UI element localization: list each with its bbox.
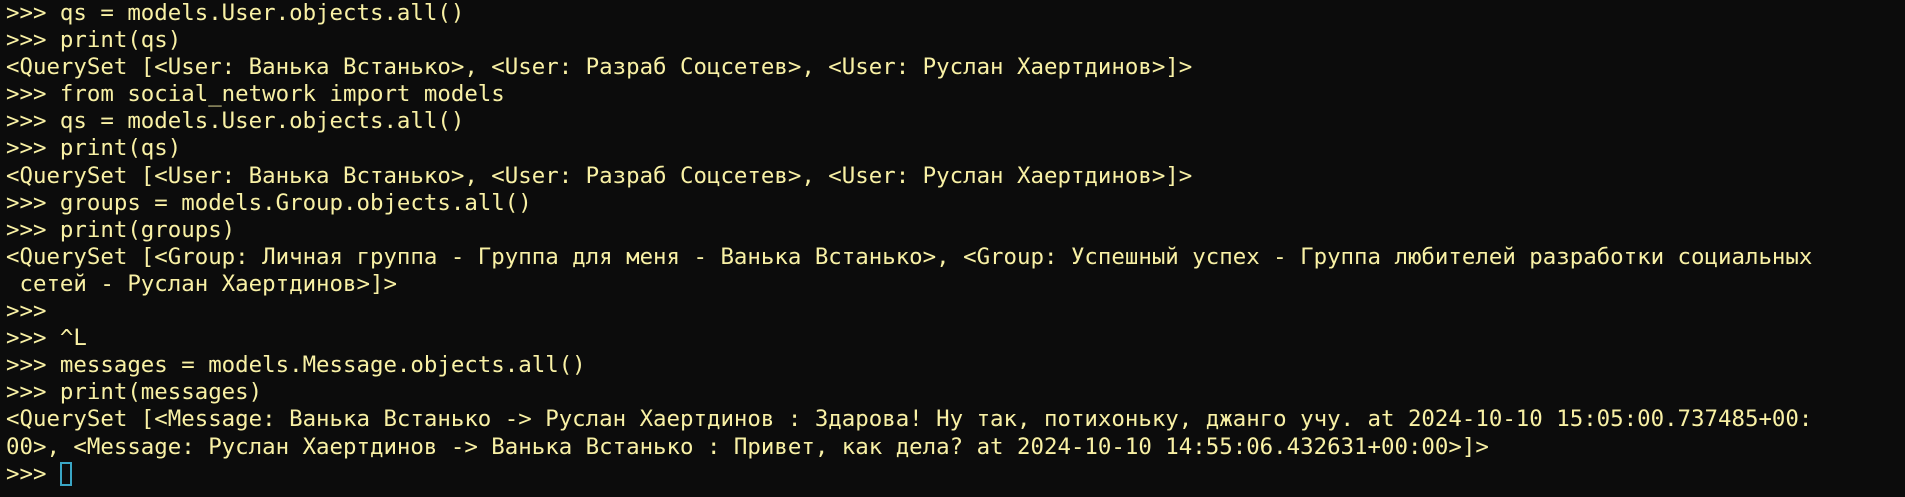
terminal-line: >>> ^L xyxy=(6,325,87,352)
terminal-line: <QuerySet [<Message: Ванька Встанько -> … xyxy=(6,406,1813,433)
terminal-line: >>> messages = models.Message.objects.al… xyxy=(6,352,586,379)
terminal-line: >>> qs = models.User.objects.all() xyxy=(6,108,465,135)
terminal-line: сетей - Руслан Хаертдинов>]> xyxy=(6,270,397,297)
terminal-line: >>> print(groups) xyxy=(6,216,236,243)
terminal-window[interactable]: >>> qs = models.User.objects.all() >>> p… xyxy=(0,0,1905,497)
terminal-line: >>> from social_network import models xyxy=(6,81,505,108)
terminal-line: >>> print(messages) xyxy=(6,379,263,406)
terminal-line: >>> groups = models.Group.objects.all() xyxy=(6,189,532,216)
terminal-line: >>> print(qs) xyxy=(6,135,182,162)
terminal-line: <QuerySet [<Group: Личная группа - Групп… xyxy=(6,243,1813,270)
terminal-line: >>> xyxy=(6,298,47,325)
terminal-line: >>> print(qs) xyxy=(6,27,182,54)
terminal-line: 00>, <Message: Руслан Хаертдинов -> Вань… xyxy=(6,433,1489,460)
prompt: >>> xyxy=(6,460,60,487)
terminal-line: >>> qs = models.User.objects.all() xyxy=(6,0,465,26)
terminal-line: <QuerySet [<User: Ванька Встанько>, <Use… xyxy=(6,54,1193,81)
text-cursor[interactable] xyxy=(59,461,72,486)
terminal-line: <QuerySet [<User: Ванька Встанько>, <Use… xyxy=(6,162,1193,189)
command-input-line[interactable]: >>> xyxy=(6,461,1905,488)
